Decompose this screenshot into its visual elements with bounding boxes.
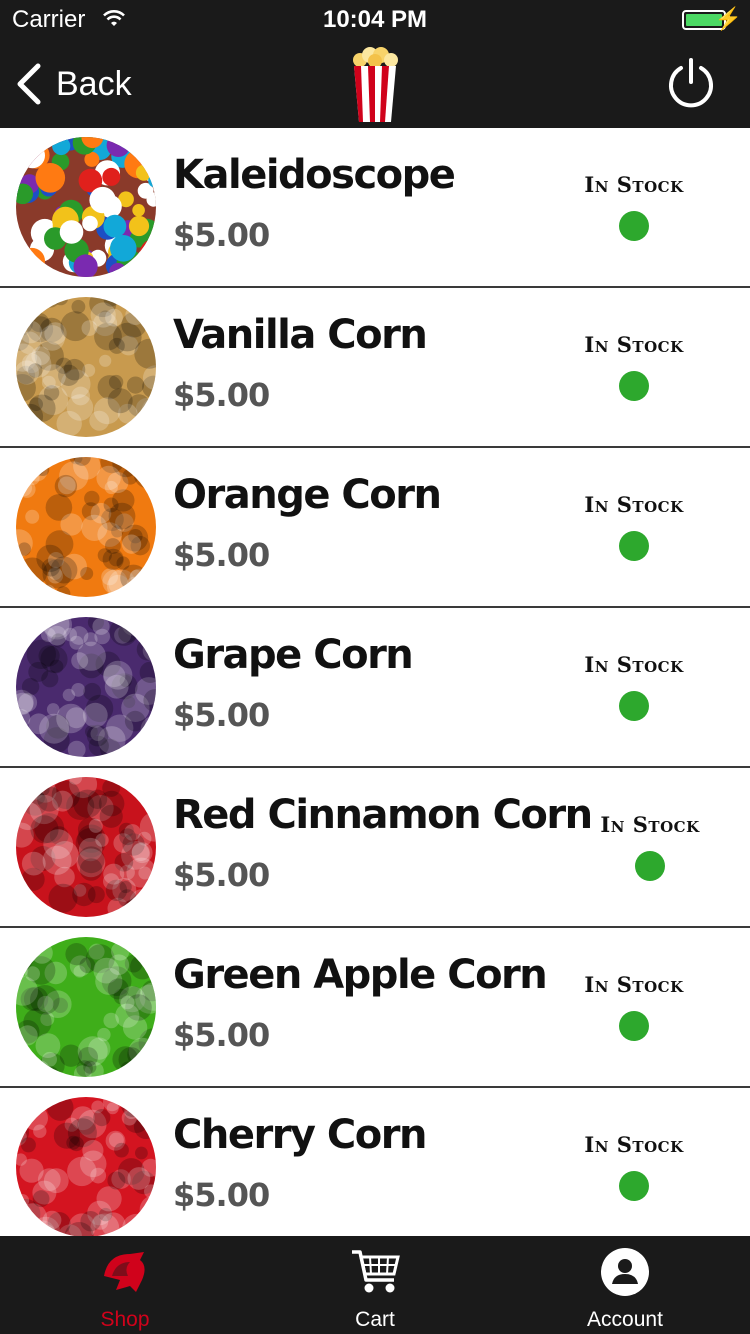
in-stock-indicator-icon [619, 1011, 649, 1041]
in-stock-indicator-icon [619, 531, 649, 561]
tab-account[interactable]: Account [500, 1236, 750, 1334]
product-image [16, 937, 156, 1077]
product-row[interactable]: Vanilla Corn $5.00 In Stock [0, 288, 750, 448]
stock-label: In Stock [584, 332, 684, 357]
navigation-bar: Back [0, 40, 750, 128]
product-row[interactable]: Red Cinnamon Corn $5.00 In Stock [0, 768, 750, 928]
product-row[interactable]: Green Apple Corn $5.00 In Stock [0, 928, 750, 1088]
tab-cart-label: Cart [355, 1308, 395, 1331]
in-stock-indicator-icon [635, 851, 665, 881]
stock-label: In Stock [584, 492, 684, 517]
stock-status: In Stock [572, 1132, 696, 1201]
stock-label: In Stock [584, 172, 684, 197]
product-image [16, 1097, 156, 1236]
tab-bar: Shop Cart Account [0, 1236, 750, 1334]
product-name: Orange Corn [173, 472, 442, 518]
product-name: Grape Corn [173, 632, 414, 678]
account-icon [601, 1248, 649, 1296]
charging-icon: ⚡ [714, 6, 742, 31]
in-stock-indicator-icon [619, 1171, 649, 1201]
product-name: Red Cinnamon Corn [173, 792, 593, 838]
product-price: $5.00 [173, 1176, 270, 1214]
product-price: $5.00 [173, 216, 270, 254]
stock-label: In Stock [584, 972, 684, 997]
product-row[interactable]: Kaleidoscope $5.00 In Stock [0, 128, 750, 288]
product-name: Vanilla Corn [173, 312, 428, 358]
product-price: $5.00 [173, 536, 270, 574]
stock-status: In Stock [572, 332, 696, 401]
tab-shop-label: Shop [100, 1308, 150, 1331]
product-price: $5.00 [173, 696, 270, 734]
product-image [16, 297, 156, 437]
in-stock-indicator-icon [619, 371, 649, 401]
product-row[interactable]: Cherry Corn $5.00 In Stock [0, 1088, 750, 1236]
product-name: Kaleidoscope [173, 152, 456, 198]
stock-label: In Stock [584, 652, 684, 677]
popcorn-logo-icon [353, 47, 398, 122]
status-bar: Carrier 10:04 PM ⚡ [0, 0, 750, 40]
back-label: Back [56, 64, 132, 103]
product-image [16, 617, 156, 757]
stock-status: In Stock [588, 812, 712, 881]
stock-label: In Stock [584, 1132, 684, 1157]
product-row[interactable]: Grape Corn $5.00 In Stock [0, 608, 750, 768]
stock-status: In Stock [572, 492, 696, 561]
stock-status: In Stock [572, 172, 696, 241]
tab-account-label: Account [587, 1308, 663, 1331]
product-row[interactable]: Orange Corn $5.00 In Stock [0, 448, 750, 608]
product-list: Kaleidoscope $5.00 In Stock Vanilla Corn $5.… [0, 128, 750, 1236]
tab-shop[interactable]: Shop [0, 1236, 250, 1334]
in-stock-indicator-icon [619, 211, 649, 241]
product-name: Green Apple Corn [173, 952, 548, 998]
cart-icon [352, 1250, 400, 1293]
stock-status: In Stock [572, 652, 696, 721]
back-button[interactable]: Back [14, 60, 132, 108]
in-stock-indicator-icon [619, 691, 649, 721]
product-image [16, 457, 156, 597]
product-name: Cherry Corn [173, 1112, 427, 1158]
product-price: $5.00 [173, 376, 270, 414]
stock-status: In Stock [572, 972, 696, 1041]
product-image [16, 777, 156, 917]
power-icon[interactable] [664, 56, 718, 110]
tab-cart[interactable]: Cart [250, 1236, 500, 1334]
product-price: $5.00 [173, 856, 270, 894]
clock: 10:04 PM [322, 6, 428, 33]
shop-icon [104, 1252, 145, 1292]
chevron-left-icon [17, 63, 41, 105]
product-image [16, 137, 156, 277]
stock-label: In Stock [600, 812, 700, 837]
product-price: $5.00 [173, 1016, 270, 1054]
